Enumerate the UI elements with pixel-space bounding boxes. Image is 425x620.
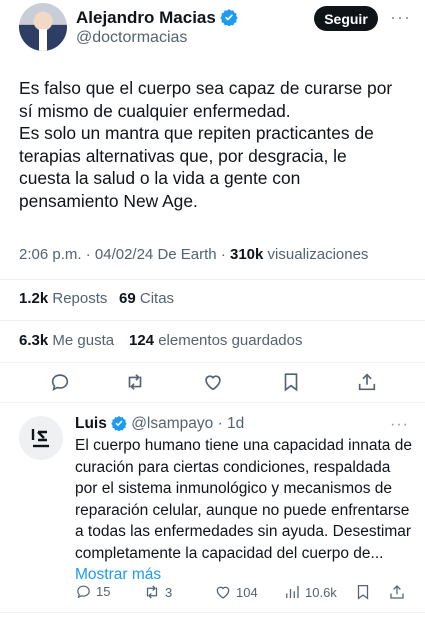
reply-views-count: 10.6k bbox=[305, 584, 337, 600]
tweet-text: Es falso que el cuerpo sea capaz de cura… bbox=[19, 78, 393, 211]
follow-button[interactable]: Seguir bbox=[314, 6, 378, 31]
reply-text: El cuerpo humano tiene una capacidad inn… bbox=[75, 437, 412, 562]
reply-header: Luis @lsampayo · 1d bbox=[75, 415, 244, 436]
author-name[interactable]: Alejandro Macias bbox=[76, 8, 216, 27]
reply-author-handle[interactable]: @lsampayo bbox=[131, 415, 213, 432]
tweet-meta: 2:06 p.m. · 04/02/24 De Earth · 310k vis… bbox=[19, 246, 369, 263]
reposts-label: Reposts bbox=[52, 290, 108, 307]
verified-badge-icon bbox=[111, 415, 127, 436]
reply-age[interactable]: 1d bbox=[227, 415, 244, 432]
bookmarks-label: elementos guardados bbox=[158, 332, 303, 349]
quotes-stat[interactable]: 69 Citas bbox=[119, 290, 174, 307]
reposts-count: 1.2k bbox=[19, 290, 49, 307]
tweet-source: De Earth bbox=[157, 246, 217, 263]
views-chart-icon bbox=[286, 586, 299, 598]
reply-replies-count: 15 bbox=[96, 584, 111, 599]
reply-author-name[interactable]: Luis bbox=[75, 415, 107, 432]
reply-share-icon[interactable] bbox=[388, 583, 406, 601]
likes-stat[interactable]: 6.3k Me gusta bbox=[19, 332, 114, 349]
bookmarks-stat[interactable]: 124 elementos guardados bbox=[129, 332, 302, 349]
author-handle[interactable]: @doctormacias bbox=[76, 29, 187, 47]
views-count: 310k bbox=[230, 246, 264, 263]
reply-bookmark-icon[interactable] bbox=[354, 583, 372, 601]
show-more-link[interactable]: Mostrar más bbox=[75, 566, 161, 583]
share-icon[interactable] bbox=[356, 371, 378, 398]
reply-reply-button[interactable]: 15 bbox=[75, 583, 110, 600]
reply-repost-button[interactable]: 3 bbox=[143, 583, 172, 601]
reposts-stat[interactable]: 1.2k Reposts bbox=[19, 290, 107, 307]
likes-count: 6.3k bbox=[19, 332, 49, 349]
quotes-count: 69 bbox=[119, 290, 136, 307]
reply-likes-count: 104 bbox=[236, 584, 258, 600]
divider bbox=[0, 320, 425, 321]
verified-badge-icon bbox=[220, 8, 238, 31]
reply-more-options-icon[interactable]: ··· bbox=[390, 416, 409, 434]
likes-label: Me gusta bbox=[52, 332, 115, 349]
repost-icon[interactable] bbox=[124, 371, 146, 398]
reply-author-avatar[interactable] bbox=[19, 416, 63, 460]
reply-icon bbox=[77, 585, 90, 599]
reply-icon[interactable] bbox=[49, 371, 71, 398]
like-icon[interactable] bbox=[202, 371, 224, 398]
divider bbox=[0, 402, 425, 403]
divider bbox=[0, 279, 425, 280]
reply-text-block: El cuerpo humano tiene una capacidad inn… bbox=[75, 435, 415, 586]
like-icon bbox=[216, 586, 230, 599]
bookmark-icon[interactable] bbox=[280, 371, 302, 398]
reply-like-button[interactable]: 104 bbox=[214, 583, 258, 601]
tweet-date[interactable]: 04/02/24 bbox=[95, 246, 153, 263]
author-name-row[interactable]: Alejandro Macias bbox=[76, 8, 238, 31]
reply-reposts-count: 3 bbox=[165, 584, 173, 600]
author-avatar[interactable] bbox=[19, 3, 67, 51]
bookmarks-count: 124 bbox=[129, 332, 155, 349]
reply-avatar-logo-icon bbox=[31, 429, 49, 448]
reply-views-button[interactable]: 10.6k bbox=[283, 583, 337, 601]
repost-icon bbox=[146, 585, 158, 599]
more-options-icon[interactable]: ··· bbox=[390, 7, 411, 28]
quotes-label: Citas bbox=[139, 290, 175, 307]
divider bbox=[0, 612, 425, 613]
views-label: visualizaciones bbox=[267, 246, 369, 263]
tweet-time[interactable]: 2:06 p.m. bbox=[19, 246, 82, 263]
divider bbox=[0, 362, 425, 363]
